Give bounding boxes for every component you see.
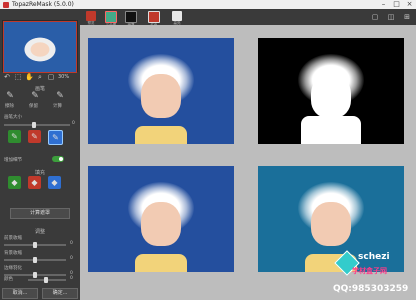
brush-labels: 擦除 保留 计算 xyxy=(5,103,62,109)
mode-preview[interactable]: 预览 xyxy=(85,11,97,26)
compute-mask-button[interactable]: 计算遮罩 xyxy=(10,208,70,219)
title-bar: TopazReMask (5.0.0) – □ × xyxy=(0,0,416,9)
green-fill-button[interactable]: ◆ xyxy=(8,176,21,189)
feather-slider[interactable] xyxy=(4,272,66,278)
hand-icon[interactable]: ✋ xyxy=(25,73,34,81)
erase-label: 擦除 xyxy=(5,104,14,109)
nav-tools: ↶ ⬚ ✋ ⌕ ▢ 30% xyxy=(3,73,69,81)
blue-brush-button[interactable]: ✎ xyxy=(48,130,63,145)
panel-preview-blue[interactable] xyxy=(88,166,234,272)
slider-label: 前景收缩 xyxy=(4,236,22,241)
slider-label: 背景收缩 xyxy=(4,251,22,256)
brush-size-knob[interactable] xyxy=(32,122,36,128)
panel-mask[interactable] xyxy=(258,38,404,144)
ok-button[interactable]: 确定... xyxy=(42,288,78,299)
watermark-brand: schezi xyxy=(358,252,390,262)
fill-icon: ◆ xyxy=(11,178,18,187)
erase-brush-icon[interactable]: ✎ xyxy=(6,92,14,101)
watermark-qq: QQ:985303259 xyxy=(333,284,409,294)
color-slider[interactable] xyxy=(28,277,66,283)
mask-icon xyxy=(125,11,137,23)
keep-label: 保留 xyxy=(29,104,38,109)
red-brush-button[interactable]: ✎ xyxy=(28,130,41,143)
fill-icon: ◆ xyxy=(51,178,58,187)
slider-knob[interactable] xyxy=(33,272,37,278)
close-button[interactable]: × xyxy=(403,0,416,9)
body-mask xyxy=(301,116,361,144)
navigator-thumbnail[interactable] xyxy=(3,21,77,73)
slider-value: 0 xyxy=(70,256,73,261)
auto-detail-toggle[interactable] xyxy=(52,156,64,162)
fill-section-title: 填充 xyxy=(34,170,45,176)
face-region xyxy=(141,74,181,119)
background-slider[interactable] xyxy=(4,257,66,263)
slider-value: 0 xyxy=(70,241,73,246)
face-region xyxy=(311,202,351,247)
split-view-icon[interactable]: ◫ xyxy=(387,13,395,21)
window-title: TopazReMask (5.0.0) xyxy=(12,1,74,8)
zoom-level[interactable]: 30% xyxy=(58,74,69,80)
cancel-button[interactable]: 取消... xyxy=(2,288,38,299)
red-overlay-icon xyxy=(148,11,160,23)
slider-label: 边缘羽化 xyxy=(4,266,22,271)
compute-label: 计算 xyxy=(53,104,62,109)
app-icon xyxy=(3,1,9,8)
panel-original[interactable] xyxy=(88,38,234,144)
navigator xyxy=(2,20,78,73)
brush-row: ✎ ✎ ✎ xyxy=(6,92,64,101)
auto-detail-label: 增加细节 xyxy=(4,158,22,163)
keep-brush-icon[interactable]: ✎ xyxy=(31,92,39,101)
brush-size-label: 画笔大小 xyxy=(4,115,22,120)
fill-icon: ◆ xyxy=(31,178,38,187)
slider-knob[interactable] xyxy=(44,277,48,283)
zoom-icon[interactable]: ⌕ xyxy=(36,73,44,81)
slider-knob[interactable] xyxy=(33,242,37,248)
mode-highlight[interactable]: 高亮 xyxy=(171,11,183,26)
undo-icon[interactable]: ↶ xyxy=(3,73,11,81)
watermark-site: 学材盒子网 xyxy=(352,267,387,275)
brush-icon: ✎ xyxy=(31,132,38,141)
adjust-section-title: 调整 xyxy=(34,229,45,235)
face-region xyxy=(141,202,181,247)
fit-icon[interactable]: ▢ xyxy=(47,73,55,81)
brush-size-slider[interactable] xyxy=(4,122,70,128)
brush-icon: ✎ xyxy=(52,133,59,142)
brush-icon: ✎ xyxy=(11,132,18,141)
minimize-button[interactable]: – xyxy=(377,0,390,9)
compute-brush-icon[interactable]: ✎ xyxy=(56,92,64,101)
crop-icon[interactable]: ⬚ xyxy=(14,73,22,81)
brush-size-value: 0 xyxy=(72,121,75,126)
trimap-icon xyxy=(105,11,117,23)
slider-knob[interactable] xyxy=(33,257,37,263)
shirt-region xyxy=(135,254,187,272)
slider-value: 0 xyxy=(70,276,73,281)
red-fill-button[interactable]: ◆ xyxy=(28,176,41,189)
single-view-icon[interactable]: ▢ xyxy=(371,13,379,21)
slider-label: 颜色 xyxy=(4,277,13,282)
highlight-icon xyxy=(172,11,182,21)
face-mask xyxy=(311,74,351,119)
green-brush-button[interactable]: ✎ xyxy=(8,130,21,143)
maximize-button[interactable]: □ xyxy=(390,0,403,9)
view-toolbar: 预览 三分图 遮罩 红色 高亮 ▢ ◫ ⊞ xyxy=(80,9,416,27)
shirt-region xyxy=(135,126,187,144)
blue-fill-button[interactable]: ◆ xyxy=(48,176,61,189)
foreground-slider[interactable] xyxy=(4,242,66,248)
quad-view-icon[interactable]: ⊞ xyxy=(403,13,411,21)
left-panel: ↶ ⬚ ✋ ⌕ ▢ 30% 画笔 ✎ ✎ ✎ 擦除 保留 计算 画笔大小 0 ✎… xyxy=(0,9,80,300)
apple-red-icon xyxy=(86,11,96,21)
